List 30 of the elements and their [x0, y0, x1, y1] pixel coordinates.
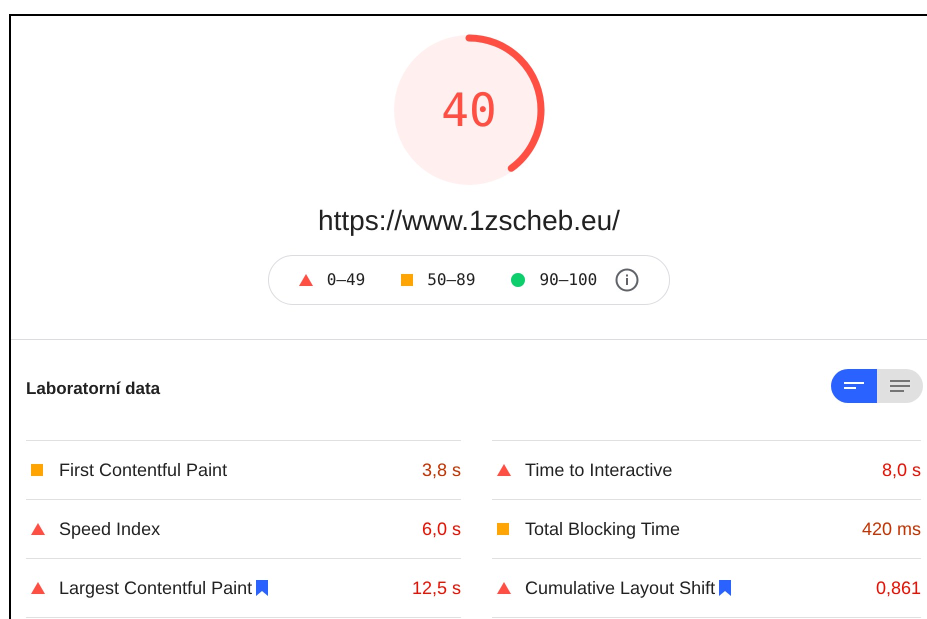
triangle-icon — [31, 523, 45, 535]
triangle-icon — [31, 582, 45, 594]
section-title: Laboratorní data — [26, 378, 160, 400]
metric-value: 0,861 — [876, 576, 921, 600]
metric-value: 3,8 s — [422, 458, 461, 482]
metric-value: 420 ms — [862, 518, 921, 540]
metric-name: Total Blocking Time — [525, 518, 680, 541]
metric-name: Speed Index — [59, 518, 160, 541]
score-value: 40 — [441, 82, 497, 138]
triangle-icon — [497, 464, 511, 476]
triangle-icon — [298, 274, 313, 286]
metric-value: 6,0 s — [422, 518, 461, 540]
view-toggle[interactable] — [877, 369, 923, 403]
metric-name: First Contentful Paint — [59, 458, 228, 482]
metric-value: 8,0 s — [882, 458, 921, 482]
triangle-icon — [497, 582, 511, 594]
metric-name: Time to Interactive — [525, 458, 672, 482]
page-url: https://www.1zscheb.eu/ — [318, 207, 620, 235]
lines-icon — [889, 379, 911, 393]
square-icon — [31, 464, 43, 476]
metric-name: Cumulative Layout Shift — [525, 576, 716, 600]
legend-label: 90–100 — [539, 269, 598, 291]
metric-value: 12,5 s — [412, 576, 461, 600]
square-icon — [497, 523, 509, 535]
view-toggle[interactable] — [831, 369, 877, 403]
info-icon[interactable] — [615, 268, 640, 292]
legend-label: 0–49 — [326, 269, 366, 291]
metric-name: Largest Contentful Paint — [59, 576, 252, 600]
legend-label: 50–89 — [427, 269, 476, 291]
square-icon — [401, 274, 414, 286]
